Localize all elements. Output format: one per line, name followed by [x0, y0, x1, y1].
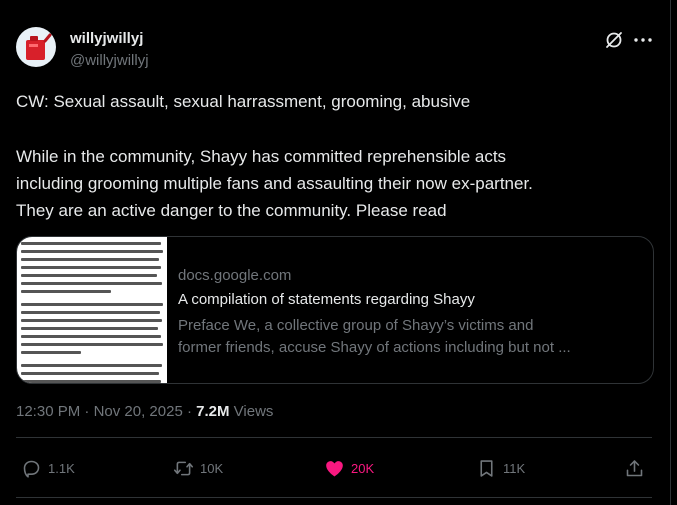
link-card-title: A compilation of statements regarding Sh…	[178, 291, 475, 308]
link-card-domain: docs.google.com	[178, 267, 292, 284]
link-card[interactable]: docs.google.com A compilation of stateme…	[16, 236, 654, 384]
document-thumbnail	[17, 237, 167, 383]
link-card-description-line-1: Preface We, a collective group of Shayy’…	[178, 317, 534, 334]
content-warning-line: CW: Sexual assault, sexual harrassment, …	[16, 92, 471, 111]
repost-count: 10K	[200, 460, 224, 476]
bookmark-count: 11K	[503, 460, 526, 476]
bookmark-icon	[480, 459, 493, 477]
heart-icon	[326, 460, 343, 476]
share-button[interactable]	[624, 455, 645, 481]
meta-separator: ·	[186, 403, 192, 420]
meta-separator: ·	[84, 403, 90, 420]
author-handle[interactable]: @willyjwillyj	[70, 52, 149, 69]
link-card-description-line-2: former friends, accuse Shayy of actions …	[178, 339, 571, 356]
views-label: Views	[233, 403, 274, 420]
like-button[interactable]: 20K	[324, 455, 374, 481]
views-count[interactable]: 7.2M	[196, 403, 229, 420]
more-button[interactable]	[632, 30, 654, 50]
bookmark-button[interactable]: 11K	[476, 455, 525, 481]
like-count: 20K	[351, 460, 375, 476]
grok-button[interactable]	[604, 30, 624, 50]
repost-button[interactable]: 10K	[173, 455, 223, 481]
tweet-time[interactable]: 12:30 PM	[16, 403, 80, 420]
right-border	[670, 0, 671, 505]
more-icon	[634, 38, 652, 42]
repost-icon	[173, 461, 194, 475]
link-card-description: Preface We, a collective group of Shayy’…	[178, 315, 648, 359]
avatar[interactable]	[16, 27, 56, 67]
tweet-date[interactable]: Nov 20, 2025	[94, 403, 183, 420]
tweet-body-line-1: While in the community, Shayy has commit…	[16, 147, 507, 166]
reply-button[interactable]: 1.1K	[21, 455, 75, 481]
tweet-body-line-3: They are an active danger to the communi…	[16, 201, 447, 220]
grok-icon	[606, 32, 622, 48]
share-icon	[626, 459, 643, 476]
tweet-meta: 12:30 PM · Nov 20, 2025 · 7.2M Views	[16, 403, 273, 420]
gas-can-icon	[26, 33, 52, 60]
reply-count: 1.1K	[48, 460, 75, 476]
author-name[interactable]: willyjwillyj	[70, 30, 143, 47]
tweet-body-line-2: including grooming multiple fans and ass…	[16, 174, 533, 193]
divider-bottom	[16, 497, 652, 498]
reply-icon	[23, 460, 40, 478]
divider-top	[16, 437, 652, 438]
